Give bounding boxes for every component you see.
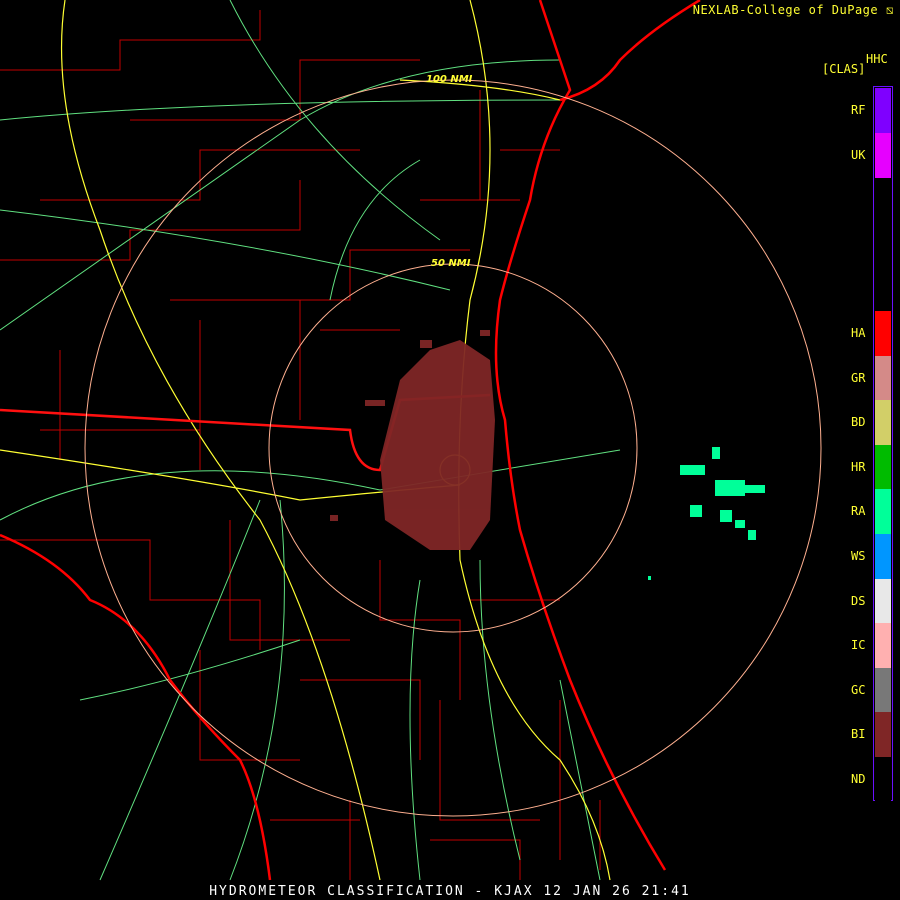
coastline [0, 0, 701, 881]
legend-swatch-rf [875, 88, 891, 133]
legend-swatch-ha [875, 311, 891, 356]
legend-swatch-gr [875, 355, 891, 401]
product-type: [CLAS] [822, 62, 866, 76]
legend-label-bi: BI [851, 727, 866, 742]
legend-label-bd: BD [851, 415, 866, 430]
echoes-ra [648, 447, 765, 580]
credit-text: NEXLAB-College of DuPage [692, 3, 879, 17]
legend-swatch-bi [875, 712, 891, 758]
legend-swatch-ws [875, 534, 891, 579]
legend-swatch-nd [875, 757, 891, 802]
county-lines [0, 10, 601, 880]
legend-label-ra: RA [851, 504, 866, 519]
legend-label-rf: RF [851, 103, 866, 117]
legend-label-ds: DS [851, 593, 866, 608]
legend-swatch-hr [875, 444, 891, 490]
legend-label-gr: GR [851, 370, 866, 385]
legend-label-uk: UK [851, 147, 866, 162]
legend-label-gc: GC [851, 682, 866, 697]
interstates [0, 0, 611, 881]
product-title: HYDROMETEOR CLASSIFICATION - KJAX 12 JAN… [209, 884, 691, 899]
legend-swatch-ic [875, 623, 891, 669]
legend-label-ws: WS [851, 549, 866, 563]
ring-label-100: 100 NMI [426, 74, 473, 85]
legend-color-bar [873, 86, 893, 802]
legend-swatch-gc [875, 667, 891, 713]
legend-swatch-uk [875, 132, 891, 178]
nexlab-logo-icon: ⧅ [885, 3, 894, 17]
echoes-bi [330, 330, 495, 550]
legend-label-ic: IC [851, 638, 866, 653]
roads [0, 0, 621, 881]
legend-label-ha: HA [851, 326, 866, 340]
legend-label-hr: HR [851, 459, 866, 474]
legend-swatch-ds [875, 578, 891, 624]
product-code: HHC [866, 52, 888, 66]
legend-swatch-bd [875, 400, 891, 446]
legend-swatch-ra [875, 489, 891, 535]
ring-label-50: 50 NMI [431, 258, 471, 269]
credit-label: NEXLAB-College of DuPage ⧅ [693, 3, 894, 18]
radar-display: 100 NMI 50 NMI NEXLAB-College of DuPage … [0, 0, 900, 900]
legend-label-nd: ND [851, 772, 866, 786]
radar-map [0, 0, 822, 881]
